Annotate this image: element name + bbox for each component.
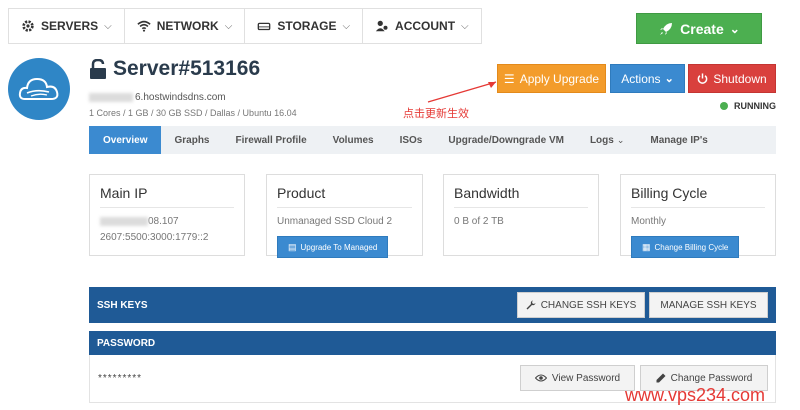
password-masked: ********* xyxy=(98,373,143,384)
tab-manage-ips[interactable]: Manage IP's xyxy=(637,126,720,154)
change-ssh-keys-label: CHANGE SSH KEYS xyxy=(540,299,637,311)
watermark: www.vps234.com xyxy=(625,385,766,405)
upgrade-managed-button[interactable]: ▤ Upgrade To Managed xyxy=(277,236,389,258)
change-billing-button[interactable]: ▦ Change Billing Cycle xyxy=(631,236,740,258)
tab-logs[interactable]: Logs ⌄ xyxy=(577,126,637,154)
storage-drive-icon xyxy=(257,22,271,31)
ssh-keys-label: SSH KEYS xyxy=(97,299,148,311)
cloud-logo-icon xyxy=(18,77,59,100)
wrench-icon xyxy=(526,300,536,310)
nav-servers[interactable]: SERVERS ⌵ xyxy=(9,9,125,43)
apply-upgrade-label: Apply Upgrade xyxy=(519,71,600,86)
status-dot xyxy=(720,102,728,110)
server-name: Server#513166 xyxy=(113,57,261,80)
create-button[interactable]: Create ⌄ xyxy=(636,13,762,44)
nav-storage-label: STORAGE xyxy=(277,19,337,33)
card-title: Main IP xyxy=(100,185,234,208)
power-icon xyxy=(697,73,708,84)
page-title: Server#513166 xyxy=(89,57,260,81)
server-hostname: 6.hostwindsdns.com xyxy=(89,92,226,103)
card-bandwidth: Bandwidth 0 B of 2 TB xyxy=(443,174,599,256)
ipv4-value: 08.107 xyxy=(100,214,234,230)
tab-isos[interactable]: ISOs xyxy=(387,126,436,154)
tab-overview[interactable]: Overview xyxy=(89,126,162,154)
upgrade-managed-label: Upgrade To Managed xyxy=(300,242,378,252)
account-users-icon xyxy=(375,20,388,32)
ssh-keys-section: SSH KEYS CHANGE SSH KEYS MANAGE SSH KEYS xyxy=(89,287,776,323)
chevron-down-icon: ⌄ xyxy=(729,21,740,36)
status-badge: RUNNING xyxy=(720,101,776,111)
chevron-down-icon: ⌵ xyxy=(461,20,469,32)
card-title: Billing Cycle xyxy=(631,185,765,208)
tab-graphs[interactable]: Graphs xyxy=(161,126,222,154)
billing-value: Monthly xyxy=(631,216,667,227)
view-password-label: View Password xyxy=(551,372,621,384)
card-product: Product Unmanaged SSD Cloud 2 ▤ Upgrade … xyxy=(266,174,423,258)
apply-upgrade-button[interactable]: ☰ Apply Upgrade xyxy=(497,64,606,93)
password-label: PASSWORD xyxy=(97,337,156,349)
hostname-text: 6.hostwindsdns.com xyxy=(135,92,226,103)
nav-network[interactable]: NETWORK ⌵ xyxy=(125,9,246,43)
actions-label: Actions xyxy=(621,71,661,86)
ipv6-value: 2607:5500:3000:1779::2 xyxy=(100,232,209,243)
chevron-down-icon: ⌵ xyxy=(104,20,112,32)
rocket-icon xyxy=(660,22,673,35)
tab-volumes[interactable]: Volumes xyxy=(320,126,387,154)
chevron-down-icon: ⌵ xyxy=(224,20,233,32)
ipv4-text: 08.107 xyxy=(148,216,179,227)
card-main-ip: Main IP 08.107 2607:5500:3000:1779::2 xyxy=(89,174,245,256)
status-text: RUNNING xyxy=(734,101,776,111)
ticket-icon: ▤ xyxy=(288,241,297,252)
unlock-icon xyxy=(90,59,106,79)
tab-firewall-profile[interactable]: Firewall Profile xyxy=(223,126,320,154)
chevron-down-icon: ⌄ xyxy=(664,73,674,85)
tab-upgrade-downgrade[interactable]: Upgrade/Downgrade VM xyxy=(435,126,577,154)
change-billing-label: Change Billing Cycle xyxy=(654,242,729,252)
calendar-icon: ▦ xyxy=(642,241,651,252)
chevron-down-icon: ⌄ xyxy=(616,134,625,145)
redacted-hostname xyxy=(89,92,133,102)
annotation-text: 点击更新生效 xyxy=(403,108,469,120)
redacted-ip xyxy=(100,216,148,226)
pencil-icon xyxy=(656,373,666,383)
tab-logs-label: Logs xyxy=(589,134,614,146)
annotation-arrow xyxy=(427,81,497,103)
shutdown-label: Shutdown xyxy=(713,71,767,86)
card-title: Product xyxy=(277,185,412,208)
actions-button[interactable]: Actions ⌄ xyxy=(610,64,685,93)
password-section: PASSWORD xyxy=(89,331,776,355)
bandwidth-value: 0 B of 2 TB xyxy=(454,216,504,227)
nav-network-label: NETWORK xyxy=(156,19,219,33)
servers-cog-icon xyxy=(22,20,34,32)
nav-account-label: ACCOUNT xyxy=(395,19,456,33)
nav-servers-label: SERVERS xyxy=(41,19,99,33)
server-specs: 1 Cores / 1 GB / 30 GB SSD / Dallas / Ub… xyxy=(89,108,297,118)
card-title: Bandwidth xyxy=(454,185,588,208)
view-password-button[interactable]: View Password xyxy=(520,365,635,391)
nav-storage[interactable]: STORAGE ⌵ xyxy=(245,9,364,43)
wifi-icon xyxy=(137,20,151,32)
eye-icon xyxy=(534,374,547,382)
card-billing-cycle: Billing Cycle Monthly ▦ Change Billing C… xyxy=(620,174,776,258)
nav-account[interactable]: ACCOUNT ⌵ xyxy=(363,9,481,43)
server-avatar xyxy=(8,58,70,120)
product-value: Unmanaged SSD Cloud 2 xyxy=(277,216,393,227)
server-tabs: Overview Graphs Firewall Profile Volumes… xyxy=(89,126,776,154)
list-icon: ☰ xyxy=(503,71,515,86)
manage-ssh-keys-button[interactable]: MANAGE SSH KEYS xyxy=(649,292,768,318)
shutdown-button[interactable]: Shutdown xyxy=(688,64,776,93)
change-password-label: Change Password xyxy=(670,372,753,384)
top-nav: SERVERS ⌵ NETWORK ⌵ STORAGE ⌵ ACCOUNT ⌵ xyxy=(8,8,482,44)
create-button-label: Create xyxy=(680,20,724,37)
chevron-down-icon: ⌵ xyxy=(342,20,351,32)
change-ssh-keys-button[interactable]: CHANGE SSH KEYS xyxy=(517,292,645,318)
